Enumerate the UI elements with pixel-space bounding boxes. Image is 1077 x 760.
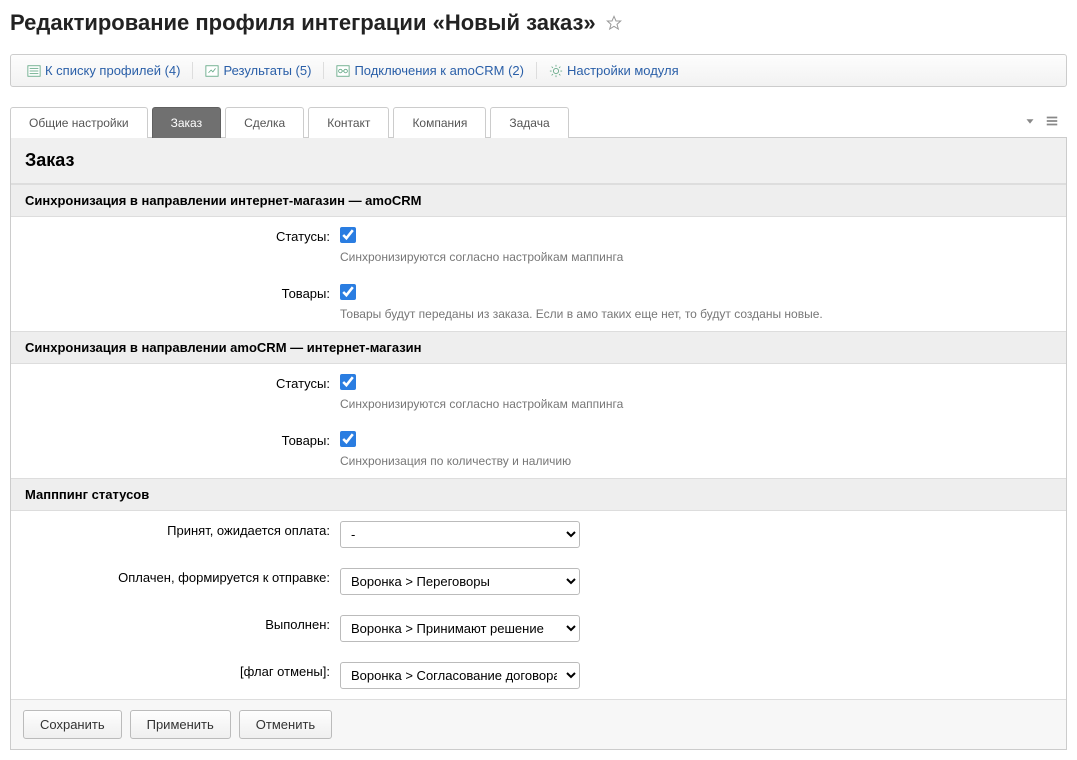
tab-contact[interactable]: Контакт [308, 107, 389, 138]
tab-task[interactable]: Задача [490, 107, 568, 138]
tab-general[interactable]: Общие настройки [10, 107, 148, 138]
profiles-list-link[interactable]: К списку профилей (4) [19, 60, 188, 81]
label-map-cancel-flag: [флаг отмены]: [25, 662, 340, 679]
section-sync-to-amocrm: Синхронизация в направлении интернет-маг… [11, 184, 1066, 217]
results-icon [205, 64, 219, 78]
apply-button[interactable]: Применить [130, 710, 231, 739]
save-button[interactable]: Сохранить [23, 710, 122, 739]
label-map-completed: Выполнен: [25, 615, 340, 632]
results-link[interactable]: Результаты (5) [197, 60, 319, 81]
panel-title: Заказ [11, 138, 1066, 184]
connections-link[interactable]: Подключения к amoCRM (2) [328, 60, 532, 81]
toolbar-item-label: Результаты (5) [223, 63, 311, 78]
toolbar-item-label: К списку профилей (4) [45, 63, 180, 78]
label-map-paid: Оплачен, формируется к отправке: [25, 568, 340, 585]
label-statuses-to-amo: Статусы: [25, 227, 340, 244]
toolbar-item-label: Настройки модуля [567, 63, 679, 78]
select-map-completed[interactable]: Воронка > Принимают решение [340, 615, 580, 642]
tab-order[interactable]: Заказ [152, 107, 221, 138]
checkbox-goods-to-amo[interactable] [340, 284, 356, 300]
toolbar-item-label: Подключения к amoCRM (2) [354, 63, 524, 78]
page-title: Редактирование профиля интеграции «Новый… [10, 10, 596, 36]
label-goods-to-amo: Товары: [25, 284, 340, 301]
hint-goods-to-amo: Товары будут переданы из заказа. Если в … [340, 307, 1052, 321]
module-settings-link[interactable]: Настройки модуля [541, 60, 687, 81]
select-map-paid[interactable]: Воронка > Переговоры [340, 568, 580, 595]
label-goods-from-amo: Товары: [25, 431, 340, 448]
list-icon [27, 64, 41, 78]
checkbox-statuses-from-amo[interactable] [340, 374, 356, 390]
cancel-button[interactable]: Отменить [239, 710, 332, 739]
checkbox-statuses-to-amo[interactable] [340, 227, 356, 243]
select-map-accepted[interactable]: - [340, 521, 580, 548]
select-map-cancel-flag[interactable]: Воронка > Согласование договора [340, 662, 580, 689]
chevron-down-icon[interactable] [1023, 114, 1037, 128]
section-status-mapping: Мапппинг статусов [11, 478, 1066, 511]
tab-deal[interactable]: Сделка [225, 107, 304, 138]
hint-goods-from-amo: Синхронизация по количеству и наличию [340, 454, 1052, 468]
menu-icon[interactable] [1045, 114, 1059, 128]
tabs: Общие настройки Заказ Сделка Контакт Ком… [10, 106, 1023, 138]
connections-icon [336, 64, 350, 78]
label-map-accepted: Принят, ожидается оплата: [25, 521, 340, 538]
hint-statuses-from-amo: Синхронизируются согласно настройкам мап… [340, 397, 1052, 411]
section-sync-from-amocrm: Синхронизация в направлении amoCRM — инт… [11, 331, 1066, 364]
hint-statuses-to-amo: Синхронизируются согласно настройкам мап… [340, 250, 1052, 264]
checkbox-goods-from-amo[interactable] [340, 431, 356, 447]
favorite-star-icon[interactable] [606, 15, 622, 31]
form-footer: Сохранить Применить Отменить [11, 699, 1066, 749]
context-toolbar: К списку профилей (4) Результаты (5) Под… [10, 54, 1067, 87]
order-panel: Заказ Синхронизация в направлении интерн… [10, 138, 1067, 750]
label-statuses-from-amo: Статусы: [25, 374, 340, 391]
gear-icon [549, 64, 563, 78]
tab-company[interactable]: Компания [393, 107, 486, 138]
